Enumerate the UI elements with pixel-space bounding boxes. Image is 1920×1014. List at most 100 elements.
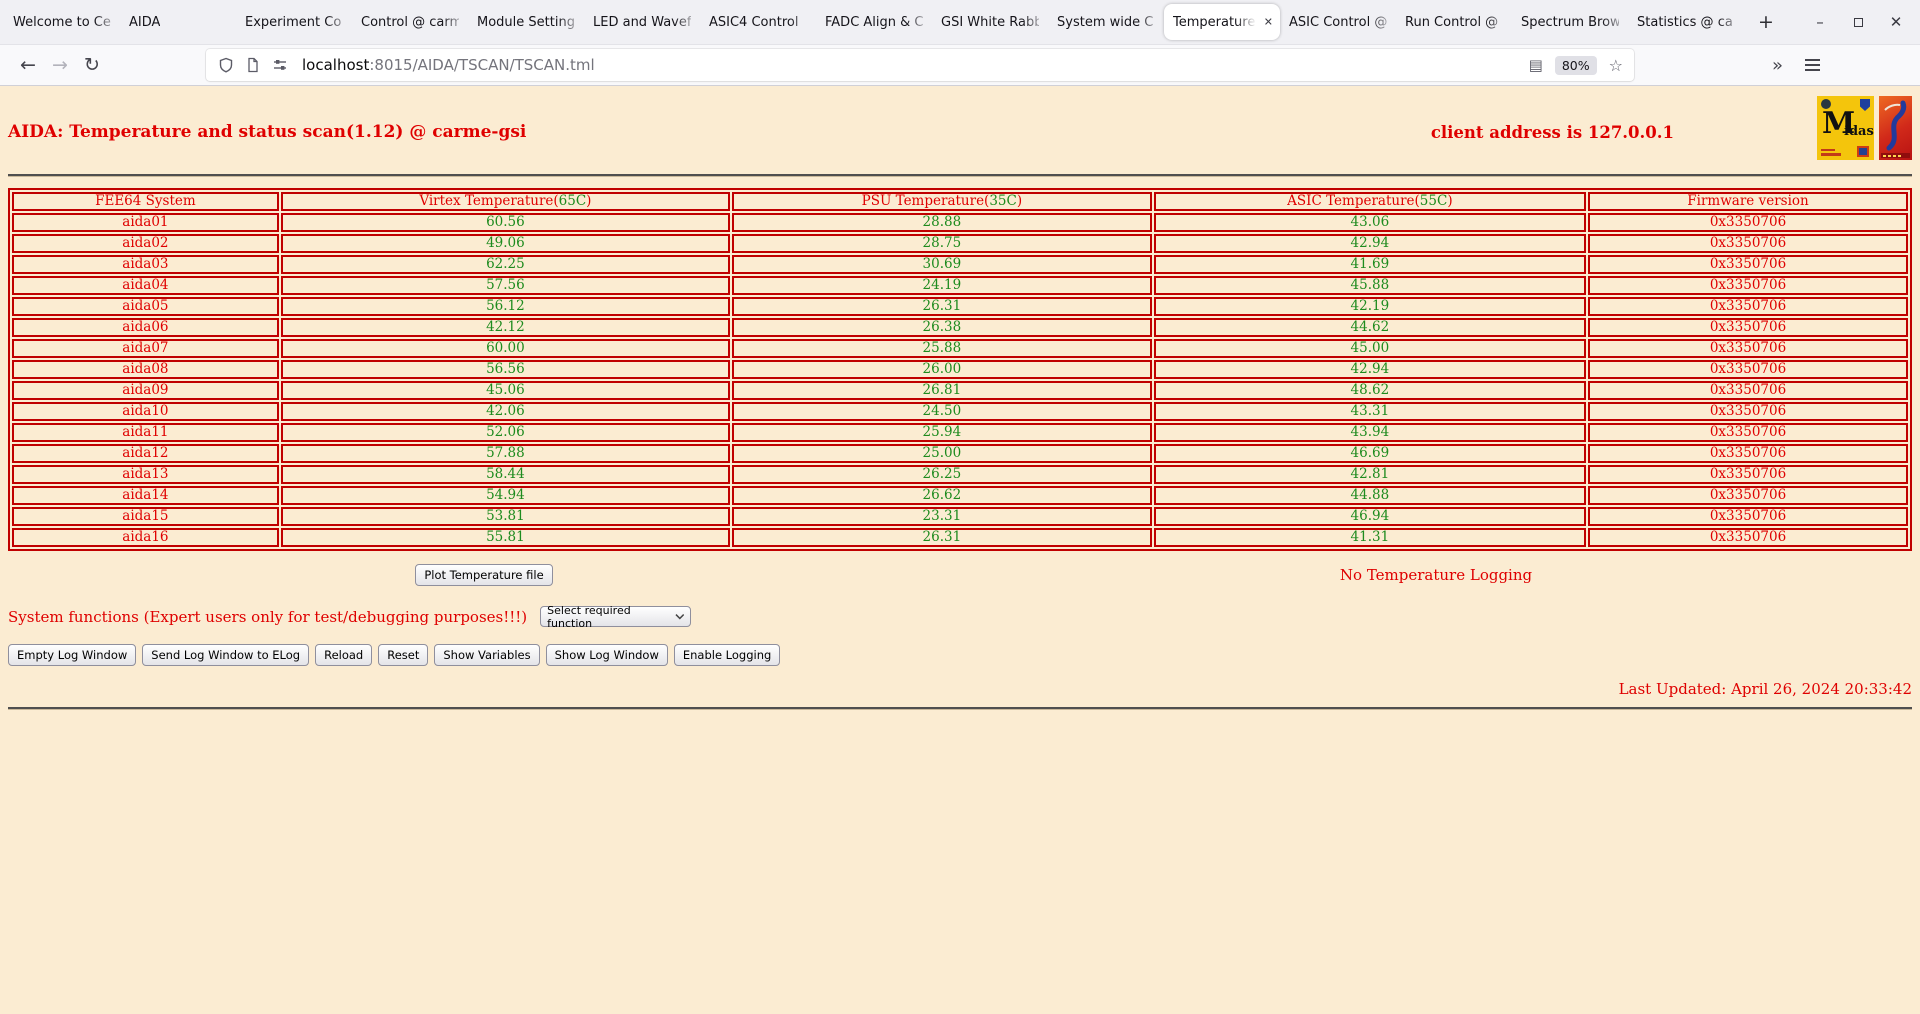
plot-temperature-file-button[interactable]: Plot Temperature file xyxy=(415,564,553,586)
table-row-aida12: aida12 57.88 25.00 46.69 0x3350706 xyxy=(12,444,1908,463)
tab-welcome-to-ce[interactable]: Welcome to Ce xyxy=(4,4,120,40)
firmware-cell: 0x3350706 xyxy=(1588,339,1908,358)
back-button[interactable]: ← xyxy=(12,49,44,81)
site-permissions-icon[interactable] xyxy=(271,56,289,74)
bookmark-star-icon[interactable]: ☆ xyxy=(1609,56,1623,75)
firmware-cell: 0x3350706 xyxy=(1588,402,1908,421)
url-text: localhost:8015/AIDA/TSCAN/TSCAN.tml xyxy=(302,56,595,74)
system-cell: aida01 xyxy=(12,213,279,232)
firmware-cell: 0x3350706 xyxy=(1588,297,1908,316)
log-buttons-row: Empty Log Window Send Log Window to ELog R… xyxy=(8,644,1912,666)
zoom-level-chip[interactable]: 80% xyxy=(1554,55,1597,75)
send-log-window-to-elog-button[interactable]: Send Log Window to ELog xyxy=(142,644,310,666)
firmware-cell: 0x3350706 xyxy=(1588,423,1908,442)
secondary-logo[interactable] xyxy=(1879,96,1912,160)
system-cell: aida12 xyxy=(12,444,279,463)
toolbar-right: » xyxy=(1772,55,1908,76)
virtex-cell: 49.06 xyxy=(280,234,731,253)
asic-cell: 43.06 xyxy=(1153,213,1587,232)
tab-asic-control[interactable]: ASIC Control @ xyxy=(1280,4,1396,40)
tab-module-setting[interactable]: Module Setting xyxy=(468,4,584,40)
midas-logo-text: idas xyxy=(1844,124,1874,139)
tab-system-wide-c[interactable]: System wide C xyxy=(1048,4,1164,40)
reload-button[interactable]: Reload xyxy=(315,644,373,666)
tab-label: Spectrum Brow xyxy=(1521,14,1619,30)
virtex-cell: 60.00 xyxy=(280,339,731,358)
tab-label: Run Control @ xyxy=(1405,14,1499,30)
psu-cell: 26.81 xyxy=(732,381,1152,400)
url-bar[interactable]: localhost:8015/AIDA/TSCAN/TSCAN.tml ▤ 80… xyxy=(206,49,1634,81)
tab-label: Module Setting xyxy=(477,14,575,30)
maximize-button[interactable] xyxy=(1850,13,1866,31)
tab-label: AIDA xyxy=(129,14,161,30)
tab-led-and-wavef[interactable]: LED and Wavef xyxy=(584,4,700,40)
midas-shield-icon xyxy=(1860,99,1870,111)
tab-label: ASIC Control @ xyxy=(1289,14,1387,30)
reset-button[interactable]: Reset xyxy=(378,644,429,666)
overflow-chevrons-icon[interactable]: » xyxy=(1772,55,1783,76)
page-icon[interactable] xyxy=(244,56,262,74)
tab-aida[interactable]: AIDA xyxy=(120,4,236,40)
tab-control-carm[interactable]: Control @ carm xyxy=(352,4,468,40)
tab-statistics-ca[interactable]: Statistics @ ca xyxy=(1628,4,1744,40)
empty-log-window-button[interactable]: Empty Log Window xyxy=(8,644,137,666)
shield-icon[interactable] xyxy=(217,56,235,74)
system-cell: aida11 xyxy=(12,423,279,442)
hamburger-menu-button[interactable] xyxy=(1805,59,1820,71)
table-row-aida03: aida03 62.25 30.69 41.69 0x3350706 xyxy=(12,255,1908,274)
virtex-cell: 62.25 xyxy=(280,255,731,274)
midas-fineprint xyxy=(1821,153,1841,156)
table-header-row: FEE64 System Virtex Temperature(65C) PSU T… xyxy=(12,192,1908,211)
table-row-aida16: aida16 55.81 26.31 41.31 0x3350706 xyxy=(12,528,1908,547)
last-updated-text: Last Updated: April 26, 2024 20:33:42 xyxy=(1618,680,1912,698)
tab-strip: Welcome to Ce AIDA Experiment Co Control @ … xyxy=(0,0,1744,44)
tab-run-control[interactable]: Run Control @ xyxy=(1396,4,1512,40)
system-cell: aida04 xyxy=(12,276,279,295)
virtex-cell: 55.81 xyxy=(280,528,731,547)
navigation-toolbar: ← → ↻ localhost:8015/AIDA/TSCAN/TSCAN.tm… xyxy=(0,44,1920,86)
system-cell: aida02 xyxy=(12,234,279,253)
forward-button[interactable]: → xyxy=(44,49,76,81)
reload-button[interactable]: ↻ xyxy=(76,49,108,81)
firmware-cell: 0x3350706 xyxy=(1588,213,1908,232)
tab-spectrum-brow[interactable]: Spectrum Brow xyxy=(1512,4,1628,40)
virtex-cell: 57.56 xyxy=(280,276,731,295)
close-window-button[interactable]: ✕ xyxy=(1888,13,1904,31)
midas-logo[interactable]: M idas xyxy=(1817,96,1874,160)
minimize-button[interactable]: – xyxy=(1812,13,1828,31)
column-header-firmware-version: Firmware version xyxy=(1588,192,1908,211)
system-cell: aida06 xyxy=(12,318,279,337)
virtex-cell: 45.06 xyxy=(280,381,731,400)
close-tab-icon[interactable]: ✕ xyxy=(1264,16,1273,29)
enable-logging-button[interactable]: Enable Logging xyxy=(673,644,781,666)
tab-temperature[interactable]: Temperature ✕ xyxy=(1164,4,1280,40)
virtex-cell: 60.56 xyxy=(280,213,731,232)
tab-asic4-control[interactable]: ASIC4 Control xyxy=(700,4,816,40)
system-cell: aida09 xyxy=(12,381,279,400)
tab-gsi-white-rabb[interactable]: GSI White Rabb xyxy=(932,4,1048,40)
table-row-aida15: aida15 53.81 23.31 46.94 0x3350706 xyxy=(12,507,1908,526)
firmware-cell: 0x3350706 xyxy=(1588,381,1908,400)
table-row-aida01: aida01 60.56 28.88 43.06 0x3350706 xyxy=(12,213,1908,232)
show-variables-button[interactable]: Show Variables xyxy=(434,644,540,666)
table-row-aida08: aida08 56.56 26.00 42.94 0x3350706 xyxy=(12,360,1908,379)
table-row-aida07: aida07 60.00 25.88 45.00 0x3350706 xyxy=(12,339,1908,358)
tab-label: LED and Wavef xyxy=(593,14,691,30)
system-cell: aida03 xyxy=(12,255,279,274)
show-log-window-button[interactable]: Show Log Window xyxy=(545,644,668,666)
column-header-fee64-system: FEE64 System xyxy=(12,192,279,211)
function-select[interactable]: Select required function xyxy=(540,603,692,630)
tab-label: Statistics @ ca xyxy=(1637,14,1733,30)
virtex-cell: 42.06 xyxy=(280,402,731,421)
asic-cell: 46.69 xyxy=(1153,444,1587,463)
tab-label: FADC Align & C xyxy=(825,14,923,30)
virtex-cell: 53.81 xyxy=(280,507,731,526)
tab-experiment-co[interactable]: Experiment Co xyxy=(236,4,352,40)
psu-cell: 26.00 xyxy=(732,360,1152,379)
reader-view-icon[interactable]: ▤ xyxy=(1529,56,1543,74)
tab-fadc-align-c[interactable]: FADC Align & C xyxy=(816,4,932,40)
new-tab-button[interactable]: + xyxy=(1750,6,1782,38)
column-header-virtex-temperature: Virtex Temperature(65C) xyxy=(280,192,731,211)
function-select-value: Select required function xyxy=(547,603,631,630)
psu-cell: 24.19 xyxy=(732,276,1152,295)
